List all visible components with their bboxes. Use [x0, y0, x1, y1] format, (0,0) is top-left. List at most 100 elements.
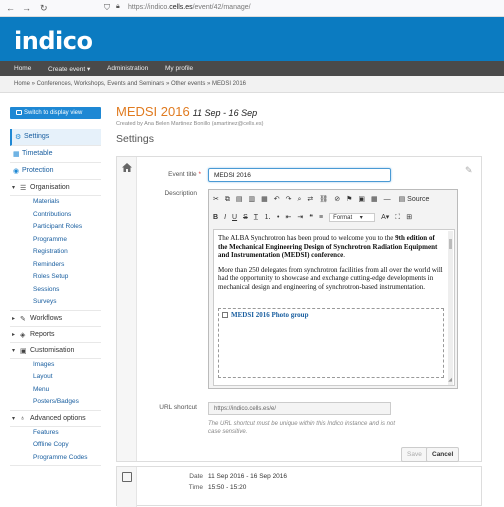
description-paragraph-1: The ALBA Synchrotron has been proud to w…	[218, 234, 444, 260]
browser-toolbar: ← → ↻ ⛉ 🔒︎ https://indico.cells.es/event…	[0, 0, 504, 17]
numbered-list-icon[interactable]: ⒈	[264, 212, 271, 222]
nav-administration[interactable]: Administration	[107, 65, 148, 72]
bullet-list-icon[interactable]: •	[277, 214, 279, 221]
sidebar-item-participant-roles[interactable]: Participant Roles	[10, 221, 101, 234]
sidebar-item-features[interactable]: Features	[10, 427, 101, 440]
sidebar-section-label: Reports	[30, 330, 55, 338]
image-icon[interactable]: ▣	[358, 195, 365, 203]
align-icon[interactable]: ≡	[319, 214, 323, 221]
format-select[interactable]: Format ▾	[329, 213, 376, 222]
indent-icon[interactable]: ⇥	[297, 213, 303, 221]
sidebar-section-advanced[interactable]: ▾ ♁ Advanced options	[10, 411, 101, 427]
italic-icon[interactable]: I	[224, 214, 226, 221]
sidebar-item-label: Reminders	[33, 260, 65, 268]
sidebar-item-label: Images	[33, 360, 55, 368]
underline-icon[interactable]: U	[232, 214, 237, 221]
paste-text-icon[interactable]: ▥	[249, 195, 256, 203]
outdent-icon[interactable]: ⇤	[285, 213, 291, 221]
copy-icon[interactable]: ⧉	[225, 196, 230, 204]
back-icon[interactable]: ←	[6, 3, 15, 13]
nav-my-profile[interactable]: My profile	[165, 65, 193, 72]
sidebar-item-materials[interactable]: Materials	[10, 196, 101, 209]
cut-icon[interactable]: ✂	[213, 195, 219, 203]
redo-icon[interactable]: ↷	[286, 195, 292, 203]
find-icon[interactable]: ⌕	[298, 196, 302, 204]
editor-content[interactable]: The ALBA Synchrotron has been proud to w…	[213, 229, 455, 386]
sidebar-item-programme-codes[interactable]: Programme Codes	[10, 452, 101, 465]
sidebar-item-surveys[interactable]: Surveys	[10, 296, 101, 309]
nav-home[interactable]: Home	[14, 65, 31, 72]
caret-right-icon: ▸	[12, 331, 16, 338]
text-color-icon[interactable]: A▾	[381, 213, 389, 221]
sidebar-menu: ⚙ Settings ▦ Timetable ◉ Protection ▾ ☰ …	[10, 129, 101, 466]
sidebar-item-contributions[interactable]: Contributions	[10, 209, 101, 222]
sidebar-section-customisation[interactable]: ▾ ▣ Customisation	[10, 343, 101, 359]
maximize-icon[interactable]: ⛶	[395, 214, 400, 222]
nav-create-event[interactable]: Create event ▾	[48, 65, 90, 73]
wrench-icon: ✎	[20, 315, 26, 323]
event-title-input[interactable]: MEDSI 2016	[208, 168, 391, 182]
breadcrumb-text[interactable]: Home » Conferences, Workshops, Events an…	[14, 81, 246, 87]
sidebar-section-workflows[interactable]: ▸ ✎ Workflows	[10, 311, 101, 327]
sidebar-section-label: Customisation	[30, 346, 75, 354]
paste-word-icon[interactable]: ▦	[261, 195, 268, 203]
photo-group-link[interactable]: MEDSI 2016 Photo group	[231, 311, 308, 319]
reload-icon[interactable]: ↻	[40, 3, 48, 14]
hr-icon[interactable]: ―	[384, 196, 391, 203]
switch-display-view-button[interactable]: Switch to display view	[10, 107, 101, 119]
sidebar-item-posters-badges[interactable]: Posters/Badges	[10, 396, 101, 409]
sidebar-item-roles-setup[interactable]: Roles Setup	[10, 271, 101, 284]
home-icon	[122, 163, 132, 172]
sidebar-item-label: Materials	[33, 198, 60, 205]
description-text: The ALBA Synchrotron has been proud to w…	[218, 234, 444, 297]
address-bar[interactable]: https://indico.cells.es/event/42/manage/	[128, 4, 251, 11]
organisation-items: Materials Contributions Participant Role…	[10, 196, 101, 311]
anchor-icon[interactable]: ⚑	[346, 195, 352, 203]
sidebar-item-images[interactable]: Images	[10, 359, 101, 372]
table-icon[interactable]: ▦	[371, 195, 378, 203]
subscript-icon[interactable]: T̲	[254, 214, 258, 221]
desc-p1-end: .	[343, 251, 346, 259]
sidebar-section-reports[interactable]: ▸ ◈ Reports	[10, 327, 101, 343]
url-shortcut-input[interactable]: https://indico.cells.es/e/	[208, 402, 391, 415]
sidebar-item-label: Roles Setup	[33, 273, 69, 280]
edit-icon[interactable]: ✎	[465, 165, 473, 176]
sidebar-item-programme[interactable]: Programme	[10, 234, 101, 247]
sidebar-item-sessions[interactable]: Sessions	[10, 284, 101, 297]
time-label: Time	[188, 484, 203, 491]
replace-icon[interactable]: ⇄	[307, 195, 313, 203]
show-blocks-icon[interactable]: ⊞	[406, 213, 412, 221]
unlink-icon[interactable]: ⊘	[334, 195, 340, 203]
sidebar-item-protection[interactable]: ◉ Protection	[10, 163, 101, 180]
switch-display-view-label: Switch to display view	[24, 109, 83, 116]
sidebar-section-organisation[interactable]: ▾ ☰ Organisation	[10, 180, 101, 196]
sidebar-item-timetable[interactable]: ▦ Timetable	[10, 146, 101, 163]
save-button[interactable]: Save	[401, 447, 428, 462]
calendar-icon: ▦	[13, 151, 20, 158]
bold-icon[interactable]: B	[213, 214, 218, 221]
sidebar-item-label: Surveys	[33, 298, 57, 305]
paste-icon[interactable]: ▤	[236, 195, 243, 203]
sidebar-item-registration[interactable]: Registration	[10, 246, 101, 259]
caret-down-icon: ▾	[12, 185, 16, 191]
cancel-button[interactable]: Cancel	[426, 447, 460, 462]
indico-logo[interactable]: indico	[14, 27, 93, 55]
sidebar-item-reminders[interactable]: Reminders	[10, 259, 101, 272]
time-value: 15:50 - 15:20	[208, 484, 247, 491]
bulb-icon: ♁	[20, 414, 26, 422]
sidebar-item-menu[interactable]: Menu	[10, 384, 101, 397]
source-button[interactable]: ▤ Source	[399, 195, 436, 203]
description-label: Description	[164, 190, 197, 197]
sidebar-item-settings[interactable]: ⚙ Settings	[10, 129, 101, 146]
scrollbar-thumb[interactable]	[449, 239, 452, 249]
link-icon[interactable]: ⛓	[319, 195, 328, 203]
sidebar-item-layout[interactable]: Layout	[10, 371, 101, 384]
blockquote-icon[interactable]: ❝	[309, 213, 313, 221]
sidebar-item-label: Sessions	[33, 285, 60, 293]
undo-icon[interactable]: ↶	[274, 195, 280, 203]
forward-icon[interactable]: →	[22, 3, 31, 13]
strike-icon[interactable]: S	[243, 214, 248, 221]
editor-scrollbar[interactable]	[448, 231, 453, 385]
sidebar-item-offline-copy[interactable]: Offline Copy	[10, 439, 101, 452]
resize-handle-icon[interactable]: ◢	[448, 377, 452, 383]
